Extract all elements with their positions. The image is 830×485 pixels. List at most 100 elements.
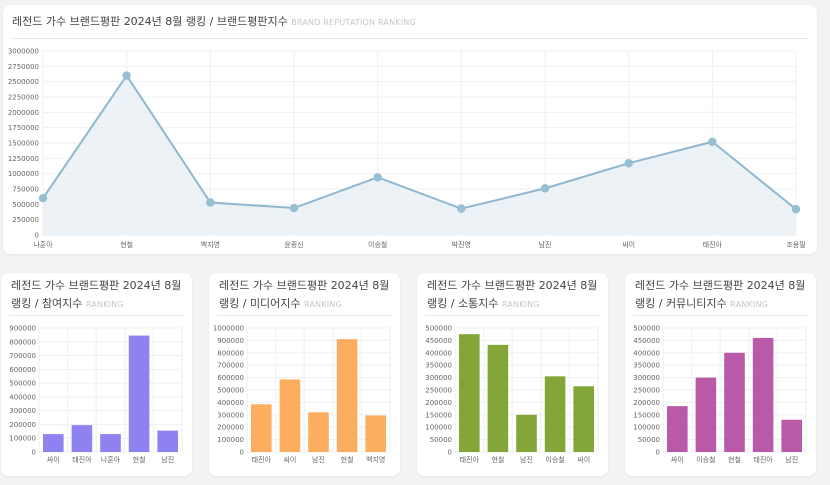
title-divider	[425, 315, 600, 316]
y-tick-label: 250000	[633, 387, 660, 395]
y-tick-label: 600000	[217, 374, 244, 382]
data-point	[38, 194, 48, 203]
x-tick-label: 남진	[520, 455, 533, 464]
y-tick-label: 1250000	[8, 155, 39, 163]
chart-subtitle: BRAND REPUTATION RANKING	[291, 18, 416, 27]
bar	[459, 334, 480, 452]
x-tick-label: 백지영	[201, 240, 220, 249]
y-tick-label: 1000000	[8, 170, 39, 178]
y-tick-label: 200000	[425, 399, 452, 407]
y-tick-label: 500000	[9, 380, 36, 388]
data-point	[624, 159, 633, 168]
brand-reputation-line-chart: 0 250000 500000 750000 1000000 1250000 1500000…	[8, 48, 806, 250]
y-tick-label: 300000	[425, 374, 452, 382]
participation-index-card: 레전드 가수 브랜드평판 2024년 8월 랭킹 / 참여지수 RANKING …	[1, 273, 192, 476]
chart-title: 레전드 가수 브랜드평판 2024년 8월 랭킹 / 참여지수 RANKING	[11, 277, 189, 314]
chart-title-text: 레전드 가수 브랜드평판 2024년 8월 랭킹 / 브랜드평판지수	[12, 15, 288, 28]
y-tick-label: 0	[656, 449, 660, 457]
bar	[128, 335, 150, 452]
x-tick-label: 싸이	[671, 455, 684, 464]
x-tick-label: 이승철	[545, 455, 564, 464]
x-tick-label: 태진아	[460, 455, 480, 464]
bar	[516, 414, 537, 452]
x-tick-label: 나훈아	[33, 240, 53, 249]
y-tick-label: 700000	[217, 362, 244, 370]
y-tick-label: 300000	[9, 407, 36, 415]
bar	[573, 386, 594, 452]
community-index-card: 레전드 가수 브랜드평판 2024년 8월 랭킹 / 커뮤니티지수 RANKIN…	[625, 273, 816, 476]
y-tick-label: 50000	[430, 436, 452, 444]
x-tick-label: 현철	[120, 240, 133, 249]
y-tick-label: 800000	[9, 338, 36, 346]
x-tick-label: 싸이	[577, 455, 590, 464]
y-tick-label: 500000	[12, 201, 39, 209]
y-tick-label: 0	[32, 449, 36, 457]
y-tick-label: 2750000	[8, 63, 39, 71]
y-tick-label: 100000	[9, 435, 36, 443]
y-tick-label: 450000	[425, 337, 452, 345]
x-tick-label: 조용필	[786, 240, 805, 249]
chart-title: 레전드 가수 브랜드평판 2024년 8월 랭킹 / 커뮤니티지수 RANKIN…	[635, 277, 813, 314]
data-point	[708, 137, 717, 146]
y-tick-label: 200000	[217, 424, 244, 432]
chart-subtitle: RANKING	[501, 300, 540, 309]
x-tick-label: 현철	[728, 455, 741, 464]
y-tick-label: 1000000	[213, 325, 244, 333]
y-tick-label: 400000	[633, 349, 660, 357]
community-index-bar-chart: 0 50000 100000 150000 200000 250000 300000 3500…	[633, 325, 807, 464]
y-tick-label: 50000	[638, 436, 660, 444]
x-tick-label: 태진아	[753, 455, 773, 464]
bar	[724, 352, 745, 452]
y-tick-label: 750000	[12, 186, 39, 194]
x-tick-label: 윤종신	[284, 240, 303, 249]
y-tick-label: 500000	[217, 387, 244, 395]
chart-subtitle: RANKING	[304, 300, 342, 309]
y-tick-label: 0	[240, 449, 244, 457]
y-tick-label: 2500000	[8, 78, 39, 86]
title-divider	[11, 38, 809, 39]
y-tick-label: 2000000	[8, 109, 39, 117]
y-tick-label: 200000	[633, 399, 660, 407]
bar	[251, 404, 272, 452]
bar	[157, 430, 178, 452]
title-divider	[217, 315, 392, 316]
bar	[43, 434, 64, 452]
x-tick-label: 싸이	[283, 455, 296, 464]
y-tick-label: 100000	[633, 424, 660, 432]
y-tick-label: 700000	[9, 352, 36, 360]
x-tick-label: 이승철	[368, 240, 387, 249]
x-tick-label: 현철	[341, 455, 354, 464]
y-tick-label: 0	[448, 449, 452, 457]
y-tick-label: 0	[35, 232, 39, 240]
brand-reputation-card: 레전드 가수 브랜드평판 2024년 8월 랭킹 / 브랜드평판지수 BRAND…	[3, 5, 817, 254]
x-tick-label: 태진아	[72, 455, 92, 464]
chart-title: 레전드 가수 브랜드평판 2024년 8월 랭킹 / 브랜드평판지수 BRAND…	[12, 13, 416, 32]
bar	[667, 406, 688, 452]
media-index-card: 레전드 가수 브랜드평판 2024년 8월 랭킹 / 미디어지수 RANKING…	[209, 273, 400, 476]
chart-title: 레전드 가수 브랜드평판 2024년 8월 랭킹 / 소통지수 RANKING	[427, 277, 605, 314]
bar	[308, 412, 329, 452]
data-point	[289, 203, 299, 213]
y-tick-label: 900000	[217, 337, 244, 345]
series-area	[43, 75, 796, 236]
y-tick-label: 1750000	[8, 124, 39, 132]
data-point	[206, 198, 215, 207]
x-tick-label: 현철	[133, 455, 146, 464]
y-tick-label: 2250000	[8, 94, 39, 102]
data-point	[791, 205, 801, 214]
y-tick-label: 150000	[633, 411, 660, 419]
y-tick-label: 500000	[425, 325, 452, 333]
communication-index-card: 레전드 가수 브랜드평판 2024년 8월 랭킹 / 소통지수 RANKING …	[417, 273, 608, 476]
bar	[695, 377, 717, 452]
chart-subtitle: RANKING	[730, 300, 769, 309]
bar	[71, 425, 93, 452]
y-tick-label: 350000	[425, 362, 452, 370]
x-tick-label: 남진	[539, 240, 552, 249]
x-tick-label: 싸이	[622, 240, 635, 249]
x-tick-label: 나훈아	[101, 455, 121, 464]
y-tick-label: 100000	[217, 436, 244, 444]
participation-index-bar-chart: 0 100000 200000 300000 400000 500000 600000 700…	[9, 325, 183, 464]
data-point	[457, 204, 466, 213]
x-tick-label: 현철	[491, 455, 504, 464]
bar	[487, 344, 509, 452]
